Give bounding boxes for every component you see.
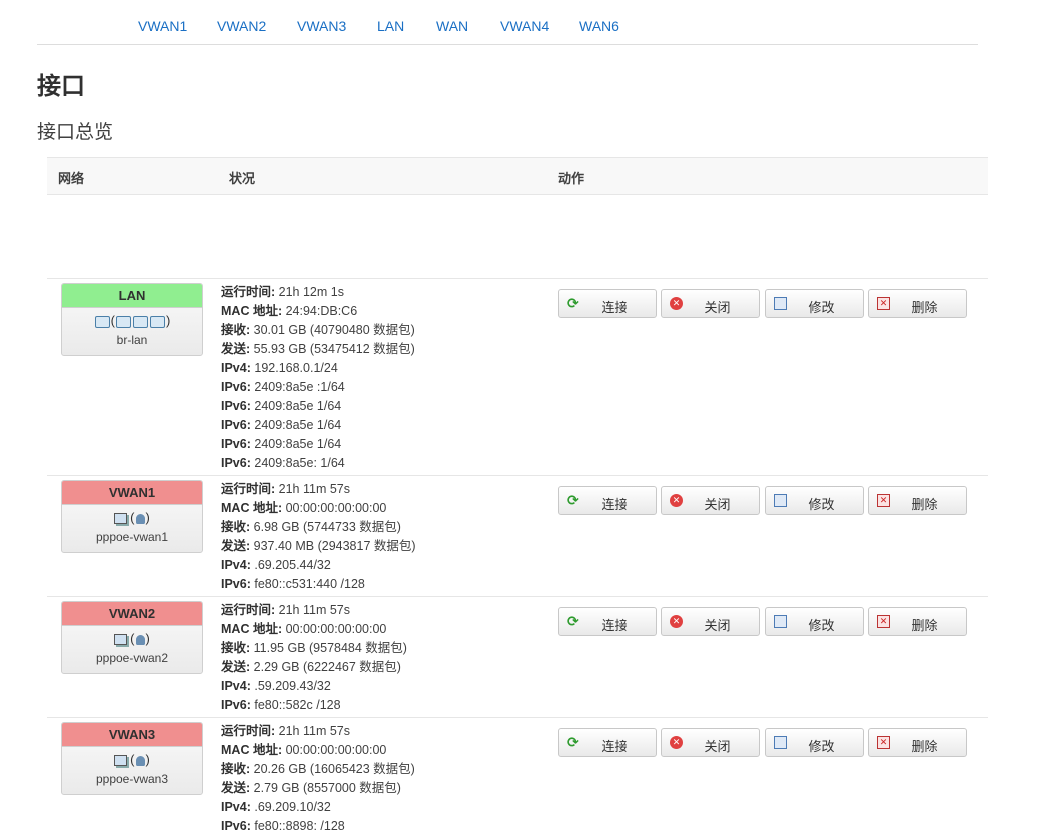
tab-vwan4[interactable]: VWAN4 (500, 18, 549, 34)
pppoe-icon (135, 634, 145, 645)
interface-status: 运行时间: 21h 11m 57s MAC 地址: 00:00:00:00:00… (221, 724, 415, 833)
table-row: LAN () br-lan 运行时间: 21h 12m 1s MAC 地址: 2… (47, 279, 988, 476)
interface-status: 运行时间: 21h 12m 1s MAC 地址: 24:94:DB:C6 接收:… (221, 285, 415, 470)
connect-button[interactable]: ⟳ 连接 (558, 289, 657, 318)
table-row: VWAN3 () pppoe-vwan3 运行时间: 21h 11m 57s M… (47, 718, 988, 838)
delete-button[interactable]: ✕ 删除 (868, 728, 967, 757)
tab-wan6[interactable]: WAN6 (579, 18, 619, 34)
tab-vwan3[interactable]: VWAN3 (297, 18, 346, 34)
connect-button[interactable]: ⟳ 连接 (558, 486, 657, 515)
header-status: 状况 (229, 171, 256, 186)
pppoe-icon (135, 755, 145, 766)
interface-badge[interactable]: LAN () br-lan (61, 283, 203, 356)
edit-button[interactable]: 修改 (765, 486, 864, 515)
stop-button[interactable]: ✕ 关闭 (661, 486, 760, 515)
blank-row (47, 195, 988, 279)
interface-device: pppoe-vwan2 (95, 651, 169, 665)
table-header: 网络 状况 动作 (47, 157, 988, 195)
interface-name: VWAN3 (62, 723, 202, 747)
edit-button[interactable]: 修改 (765, 289, 864, 318)
interface-icons: () (62, 752, 202, 768)
tab-vwan2[interactable]: VWAN2 (217, 18, 266, 34)
interface-device: pppoe-vwan1 (95, 530, 169, 544)
delete-button[interactable]: ✕ 删除 (868, 607, 967, 636)
page-title: 接口 (37, 73, 85, 100)
delete-button[interactable]: ✕ 删除 (868, 289, 967, 318)
interface-device: br-lan (116, 333, 148, 347)
tunnel-icon (114, 513, 128, 525)
connect-button[interactable]: ⟳ 连接 (558, 607, 657, 636)
interface-name: VWAN1 (62, 481, 202, 505)
section-title: 接口总览 (37, 122, 114, 143)
interface-icons: () (62, 313, 202, 329)
interface-badge[interactable]: VWAN3 () pppoe-vwan3 (61, 722, 203, 795)
interface-badge[interactable]: VWAN1 () pppoe-vwan1 (61, 480, 203, 553)
port-icon (150, 315, 165, 328)
edit-button[interactable]: 修改 (765, 728, 864, 757)
port-icon (133, 315, 148, 328)
tab-wan[interactable]: WAN (436, 18, 468, 34)
delete-button[interactable]: ✕ 删除 (868, 486, 967, 515)
pppoe-icon (135, 513, 145, 524)
tab-vwan1[interactable]: VWAN1 (138, 18, 187, 34)
bridge-icon (116, 315, 131, 328)
ethernet-icon (94, 315, 110, 328)
tunnel-icon (114, 634, 128, 646)
connect-button[interactable]: ⟳ 连接 (558, 728, 657, 757)
stop-button[interactable]: ✕ 关闭 (661, 289, 760, 318)
stop-button[interactable]: ✕ 关闭 (661, 607, 760, 636)
interface-status: 运行时间: 21h 11m 57s MAC 地址: 00:00:00:00:00… (221, 482, 416, 591)
header-actions: 动作 (558, 171, 585, 186)
interface-name: VWAN2 (62, 602, 202, 626)
interface-device: pppoe-vwan3 (95, 772, 169, 786)
interface-status: 运行时间: 21h 11m 57s MAC 地址: 00:00:00:00:00… (221, 603, 407, 712)
interface-icons: () (62, 631, 202, 647)
interface-tabs: VWAN1 VWAN2 VWAN3 LAN WAN VWAN4 WAN6 (37, 0, 978, 45)
header-network: 网络 (58, 171, 85, 186)
tunnel-icon (114, 755, 128, 767)
stop-button[interactable]: ✕ 关闭 (661, 728, 760, 757)
interfaces-table: 网络 状况 动作 LAN () br-lan 运行时间: 21h 12m 1s … (47, 157, 988, 838)
table-row: VWAN2 () pppoe-vwan2 运行时间: 21h 11m 57s M… (47, 597, 988, 718)
tab-lan[interactable]: LAN (377, 18, 404, 34)
interface-name: LAN (62, 284, 202, 308)
edit-button[interactable]: 修改 (765, 607, 864, 636)
interface-icons: () (62, 510, 202, 526)
table-row: VWAN1 () pppoe-vwan1 运行时间: 21h 11m 57s M… (47, 476, 988, 597)
interface-badge[interactable]: VWAN2 () pppoe-vwan2 (61, 601, 203, 674)
